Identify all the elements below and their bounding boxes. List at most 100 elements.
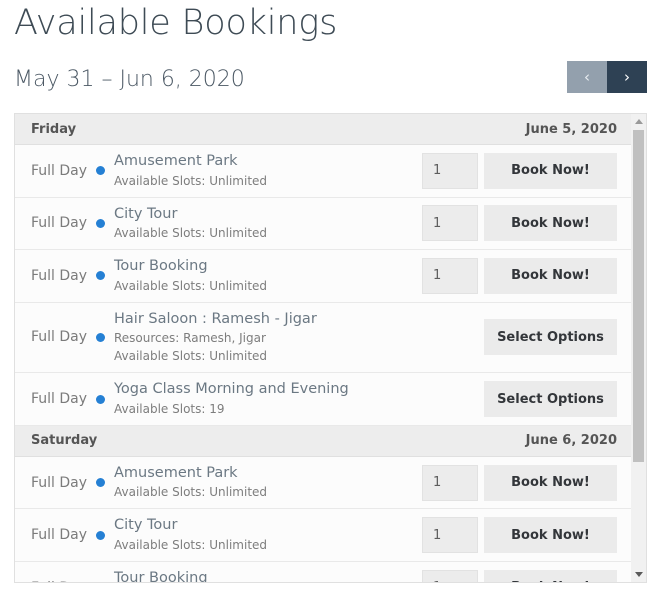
booking-info: City Tour Available Slots: Unlimited (111, 205, 422, 243)
book-now-button[interactable]: Book Now! (484, 517, 617, 554)
booking-time-label: Full Day (31, 527, 88, 544)
quantity-cell (422, 205, 484, 242)
action-cell: Book Now! (484, 257, 631, 294)
quantity-cell (422, 257, 484, 294)
chevron-left-icon: ‹ (584, 67, 590, 86)
previous-week-button[interactable]: ‹ (567, 61, 607, 93)
available-slots: Available Slots: Unlimited (114, 349, 268, 364)
availability-dot-wrap (89, 332, 111, 342)
availability-dot-icon (95, 218, 105, 228)
service-resources: Resources: Ramesh, Jigar (114, 331, 266, 346)
booking-row: Full Day Amusement Park Available Slots: U… (15, 456, 631, 510)
select-options-button[interactable]: Select Options (484, 381, 617, 418)
quantity-cell (422, 517, 484, 554)
quantity-cell (422, 464, 484, 501)
day-date: June 5, 2020 (525, 121, 617, 137)
booking-info: Hair Saloon : Ramesh - Jigar Resources: R… (111, 310, 422, 366)
booking-info: Yoga Class Morning and Evening Available … (111, 380, 422, 418)
quantity-cell (422, 569, 484, 582)
booking-time-label: Full Day (31, 391, 88, 408)
action-cell: Select Options (484, 381, 631, 418)
service-name: Tour Booking (114, 258, 208, 275)
service-name: Tour Booking (114, 569, 208, 583)
day-header: Saturday June 6, 2020 (15, 425, 631, 457)
day-header: Friday June 5, 2020 (15, 114, 631, 145)
available-slots: Available Slots: Unlimited (114, 173, 268, 188)
next-week-button[interactable]: › (607, 61, 647, 93)
book-now-button[interactable]: Book Now! (484, 464, 617, 501)
booking-info: Amusement Park Available Slots: Unlimited (111, 152, 422, 190)
booking-row: Full Day Amusement Park Available Slots: U… (15, 145, 631, 198)
quantity-input[interactable] (422, 517, 478, 554)
bookings-list: Friday June 5, 2020 Full Day Amusement Park… (15, 114, 631, 583)
page-title: Available Bookings (14, 3, 338, 43)
book-now-button[interactable]: Book Now! (484, 152, 617, 189)
availability-dot-wrap (89, 530, 111, 540)
booking-time-label: Full Day (31, 267, 88, 284)
quantity-input[interactable] (422, 257, 478, 294)
booking-time-label: Full Day (15, 580, 89, 582)
service-name: Yoga Class Morning and Evening (114, 381, 349, 398)
action-cell: Book Now! (484, 569, 631, 582)
availability-dot-icon (95, 394, 105, 404)
chevron-right-icon: › (624, 67, 630, 86)
action-cell: Select Options (484, 319, 631, 356)
bookings-panel: Friday June 5, 2020 Full Day Amusement Park… (14, 113, 647, 583)
day-name: Saturday (31, 433, 98, 449)
service-name: City Tour (114, 205, 178, 222)
scroll-up-arrow-icon[interactable] (631, 114, 646, 129)
quantity-input[interactable] (422, 464, 478, 501)
booking-time-label: Full Day (31, 215, 88, 232)
book-now-button[interactable]: Book Now! (484, 205, 617, 242)
page-header: Available Bookings May 31 – Jun 6, 2020 … (0, 0, 661, 115)
availability-dot-icon (95, 530, 105, 540)
availability-dot-wrap (89, 478, 111, 488)
booking-row: Full Day Tour BookingAvailable Slots: Unl… (15, 561, 631, 583)
availability-dot-icon (95, 166, 105, 176)
booking-info: City Tour Available Slots: Unlimited (111, 516, 422, 554)
select-options-button[interactable]: Select Options (484, 319, 617, 356)
service-name: Amusement Park (114, 153, 238, 169)
availability-dot-icon (95, 271, 105, 281)
booking-info: Tour Booking Available Slots: Unlimited (111, 257, 422, 295)
scroll-down-arrow-icon[interactable] (631, 567, 646, 582)
scrollbar-thumb[interactable] (633, 130, 644, 462)
available-slots: Available Slots: Unlimited (114, 226, 268, 241)
available-slots: Available Slots: 19 (114, 401, 225, 416)
day-name: Friday (31, 121, 77, 137)
availability-dot-icon (95, 478, 105, 488)
quantity-input[interactable] (422, 569, 478, 582)
availability-dot-icon (95, 332, 105, 342)
book-now-button[interactable]: Book Now! (484, 569, 617, 582)
available-slots: Available Slots: Unlimited (114, 278, 268, 293)
action-cell: Book Now! (484, 517, 631, 554)
subheader-row: May 31 – Jun 6, 2020 ‹ › (14, 61, 647, 115)
booking-row: Full Day Yoga Class Morning and Evening Av… (15, 373, 631, 426)
bookings-scroll-viewport: Friday June 5, 2020 Full Day Amusement Park… (14, 113, 631, 583)
vertical-scrollbar[interactable] (631, 113, 647, 583)
booking-time-label: Full Day (31, 474, 88, 491)
quantity-input[interactable] (422, 205, 478, 242)
service-name: Amusement Park (114, 464, 238, 481)
quantity-input[interactable] (422, 152, 478, 189)
booking-row: Full Day Hair Saloon : Ramesh - Jigar Reso… (15, 302, 631, 374)
action-cell: Book Now! (484, 152, 631, 189)
service-name: Hair Saloon : Ramesh - Jigar (114, 310, 317, 327)
booking-time-label: Full Day (31, 329, 88, 346)
booking-time-label: Full Day (31, 162, 88, 179)
availability-dot-wrap (89, 218, 111, 228)
booking-info: Amusement Park Available Slots: Unlimited (111, 464, 422, 502)
action-cell: Book Now! (484, 464, 631, 501)
service-name: City Tour (114, 517, 178, 534)
availability-dot-wrap (89, 166, 111, 176)
action-cell: Book Now! (484, 205, 631, 242)
quantity-cell (422, 152, 484, 189)
availability-dot-wrap (89, 271, 111, 281)
available-slots: Available Slots: Unlimited (114, 537, 268, 552)
day-date: June 6, 2020 (525, 433, 617, 449)
available-slots: Available Slots: Unlimited (114, 485, 268, 500)
booking-row: Full Day Tour Booking Available Slots: Unl… (15, 250, 631, 303)
booking-info: Tour BookingAvailable Slots: Unlimited (111, 569, 422, 583)
booking-row: Full Day City Tour Available Slots: Unlimi… (15, 197, 631, 251)
book-now-button[interactable]: Book Now! (484, 257, 617, 294)
